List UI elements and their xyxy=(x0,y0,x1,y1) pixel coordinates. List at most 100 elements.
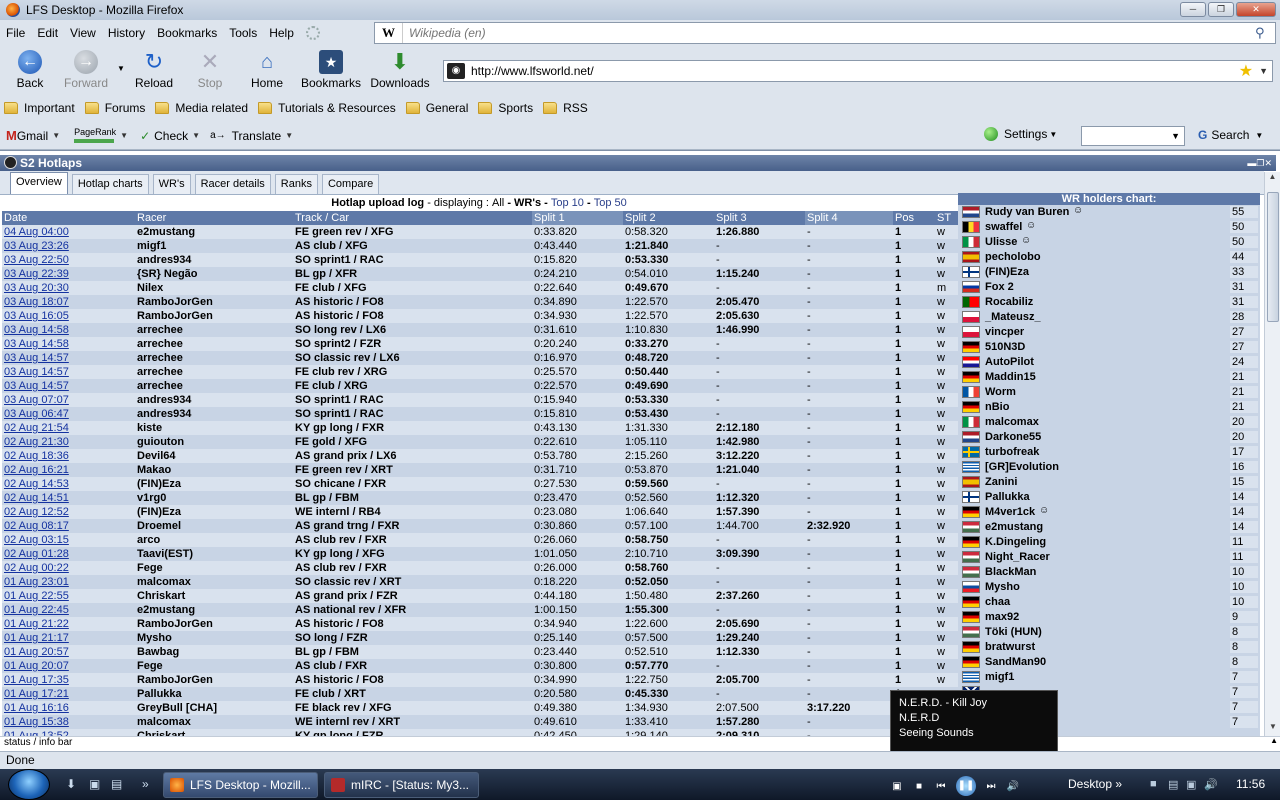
minimize-button[interactable]: ─ xyxy=(1180,2,1206,17)
wr-holder-name[interactable]: migf1 xyxy=(985,671,1014,683)
date-link[interactable]: 01 Aug 20:07 xyxy=(4,660,69,672)
date-link[interactable]: 01 Aug 22:55 xyxy=(4,590,69,602)
wr-holder-row[interactable]: pecholobo 44 xyxy=(958,250,1260,265)
wr-holder-name[interactable]: Night_Racer xyxy=(985,551,1050,563)
bookmark-folder-forums[interactable]: Forums xyxy=(84,101,145,115)
menu-edit[interactable]: Edit xyxy=(31,26,64,40)
media-previous-icon[interactable]: ⏮ xyxy=(934,781,948,792)
wr-holder-name[interactable]: swaffel xyxy=(985,221,1022,233)
date-link[interactable]: 01 Aug 22:45 xyxy=(4,604,69,616)
wr-holder-name[interactable]: BlackMan xyxy=(985,566,1036,578)
col-racer[interactable]: Racer xyxy=(135,211,293,225)
spellcheck-button[interactable]: ✓ Check ▼ xyxy=(140,129,200,143)
wikipedia-search-box[interactable]: W ⚲ xyxy=(374,22,1276,44)
media-stop-icon[interactable]: ■ xyxy=(912,781,926,792)
bookmark-folder-rss[interactable]: RSS xyxy=(543,101,588,115)
wr-holder-name[interactable]: Ulisse xyxy=(985,236,1017,248)
wr-holder-name[interactable]: chaa xyxy=(985,596,1010,608)
scrollbar-thumb[interactable] xyxy=(1267,192,1279,322)
desktop-toolbar-label[interactable]: Desktop » xyxy=(1068,777,1122,791)
date-link[interactable]: 02 Aug 03:15 xyxy=(4,534,69,546)
wr-holder-row[interactable]: _Mateusz_ 28 xyxy=(958,310,1260,325)
stop-button[interactable]: ✕ Stop xyxy=(180,50,240,91)
date-link[interactable]: 03 Aug 20:30 xyxy=(4,282,69,294)
date-link[interactable]: 01 Aug 16:16 xyxy=(4,702,69,714)
google-search-button[interactable]: G Search ▼ xyxy=(1198,128,1263,142)
wr-holder-row[interactable]: K.Dingeling 11 xyxy=(958,535,1260,550)
wr-holder-row[interactable]: turbofreak 17 xyxy=(958,445,1260,460)
bookmark-folder-important[interactable]: Important xyxy=(4,101,75,115)
col-date[interactable]: Date xyxy=(2,211,135,225)
tab-wrs[interactable]: WR's xyxy=(152,174,191,194)
media-next-icon[interactable]: ⏭ xyxy=(984,781,998,792)
media-app-icon[interactable]: ▣ xyxy=(890,781,904,792)
wikipedia-search-input[interactable] xyxy=(409,26,1255,40)
wr-holder-row[interactable]: M4ver1ck ☺ 14 xyxy=(958,505,1260,520)
wr-holder-row[interactable]: Fox 2 31 xyxy=(958,280,1260,295)
date-link[interactable]: 03 Aug 22:39 xyxy=(4,268,69,280)
wr-holder-row[interactable]: Töki (HUN) 8 xyxy=(958,625,1260,640)
date-link[interactable]: 03 Aug 14:57 xyxy=(4,380,69,392)
media-pause-icon[interactable]: ❚❚ xyxy=(956,776,976,796)
menu-file[interactable]: File xyxy=(0,26,31,40)
wr-holder-row[interactable]: BlackMan 10 xyxy=(958,565,1260,580)
date-link[interactable]: 02 Aug 21:30 xyxy=(4,436,69,448)
wr-holder-name[interactable]: Worm xyxy=(985,386,1016,398)
wr-holder-row[interactable]: Rocabiliz 31 xyxy=(958,295,1260,310)
bookmark-folder-general[interactable]: General xyxy=(405,101,468,115)
chevron-down-icon[interactable]: ▼ xyxy=(120,131,128,140)
date-link[interactable]: 02 Aug 08:17 xyxy=(4,520,69,532)
wr-holder-name[interactable]: Mysho xyxy=(985,581,1020,593)
chevron-down-icon[interactable]: ▼ xyxy=(52,131,60,140)
wr-holder-name[interactable]: Fox 2 xyxy=(985,281,1014,293)
wr-holder-name[interactable]: SandMan90 xyxy=(985,656,1046,668)
date-link[interactable]: 03 Aug 18:07 xyxy=(4,296,69,308)
wr-holder-row[interactable]: e2mustang 14 xyxy=(958,520,1260,535)
date-link[interactable]: 02 Aug 01:28 xyxy=(4,548,69,560)
back-button[interactable]: ← Back xyxy=(0,50,60,90)
menu-view[interactable]: View xyxy=(64,26,102,40)
col-split4[interactable]: Split 4 xyxy=(805,211,893,225)
date-link[interactable]: 01 Aug 21:17 xyxy=(4,632,69,644)
filter-top50[interactable]: Top 50 xyxy=(594,197,627,209)
wr-holder-row[interactable]: Ulisse ☺ 50 xyxy=(958,235,1260,250)
reload-button[interactable]: ↻ Reload xyxy=(124,50,184,91)
search-magnifier-icon[interactable]: ⚲ xyxy=(1255,25,1271,41)
chevron-down-icon[interactable]: ▼ xyxy=(285,131,293,140)
menu-bookmarks[interactable]: Bookmarks xyxy=(151,26,223,40)
scroll-down-icon[interactable]: ▼ xyxy=(1265,722,1280,736)
wr-holder-name[interactable]: M4ver1ck xyxy=(985,506,1035,518)
date-link[interactable]: 02 Aug 14:53 xyxy=(4,478,69,490)
wr-holder-name[interactable]: Darkone55 xyxy=(985,431,1041,443)
wr-holder-name[interactable]: pecholobo xyxy=(985,251,1041,263)
date-link[interactable]: 01 Aug 17:35 xyxy=(4,674,69,686)
panel-controls-icon[interactable]: ▬❐✕ xyxy=(1247,155,1272,171)
wr-holder-row[interactable]: 510N3D 27 xyxy=(958,340,1260,355)
wr-holder-row[interactable]: bratwurst 8 xyxy=(958,640,1260,655)
vertical-scrollbar[interactable]: ▲ ▼ xyxy=(1264,172,1280,736)
wr-holder-row[interactable]: Mysho 10 xyxy=(958,580,1260,595)
wr-holder-name[interactable]: _Mateusz_ xyxy=(985,311,1041,323)
downloads-button[interactable]: ⬇ Downloads xyxy=(367,50,433,91)
date-link[interactable]: 03 Aug 14:57 xyxy=(4,366,69,378)
wr-holder-row[interactable]: migf1 7 xyxy=(958,670,1260,685)
wr-holder-name[interactable]: turbofreak xyxy=(985,446,1039,458)
date-link[interactable]: 03 Aug 14:58 xyxy=(4,324,69,336)
wr-holder-name[interactable]: e2mustang xyxy=(985,521,1043,533)
date-link[interactable]: 02 Aug 00:22 xyxy=(4,562,69,574)
scroll-up-icon[interactable]: ▲ xyxy=(1265,172,1280,186)
wr-holder-name[interactable]: Maddin15 xyxy=(985,371,1036,383)
wr-holder-name[interactable]: max92 xyxy=(985,611,1019,623)
wr-holder-row[interactable]: Rudy van Buren ☺ 55 xyxy=(958,205,1260,220)
wr-holder-row[interactable]: chaa 10 xyxy=(958,595,1260,610)
wr-holder-row[interactable]: Worm 21 xyxy=(958,385,1260,400)
media-volume-icon[interactable]: 🔊 xyxy=(1006,781,1020,792)
date-link[interactable]: 01 Aug 17:21 xyxy=(4,688,69,700)
col-track-car[interactable]: Track / Car xyxy=(293,211,532,225)
wr-holder-name[interactable]: K.Dingeling xyxy=(985,536,1046,548)
tray-app-icon[interactable]: ■ xyxy=(1150,778,1164,792)
wr-holder-row[interactable]: Darkone55 20 xyxy=(958,430,1260,445)
wikipedia-icon[interactable]: W xyxy=(375,23,403,43)
wr-holder-row[interactable]: SandMan90 8 xyxy=(958,655,1260,670)
quicklaunch-more-icon[interactable]: » xyxy=(142,777,158,791)
